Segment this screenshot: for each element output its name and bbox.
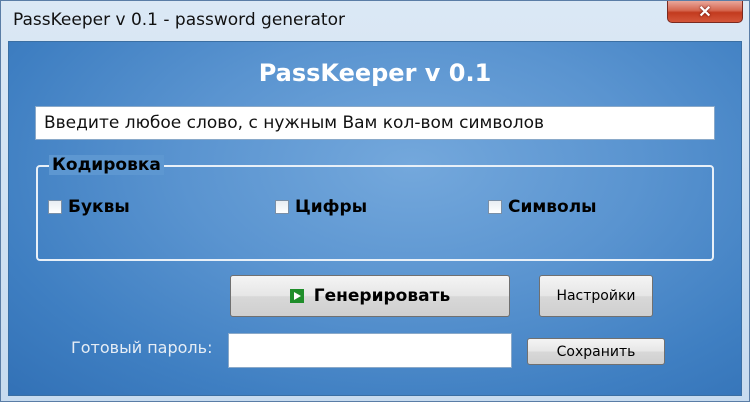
- generate-button[interactable]: Генерировать: [230, 275, 510, 317]
- close-icon: ✕: [698, 4, 712, 21]
- window-title: PassKeeper v 0.1 - password generator: [13, 10, 345, 30]
- settings-button[interactable]: Настройки: [539, 275, 653, 317]
- letters-checkbox[interactable]: Буквы: [48, 197, 130, 217]
- generate-button-label: Генерировать: [313, 286, 451, 306]
- checkbox-box[interactable]: [48, 200, 62, 214]
- title-bar[interactable]: PassKeeper v 0.1 - password generator ✕: [1, 1, 749, 41]
- app-window: PassKeeper v 0.1 - password generator ✕ …: [0, 0, 750, 402]
- close-button[interactable]: ✕: [667, 1, 743, 23]
- save-button[interactable]: Сохранить: [527, 338, 665, 365]
- checkbox-box[interactable]: [275, 200, 289, 214]
- digits-label[interactable]: Цифры: [295, 197, 367, 217]
- password-label: Готовый пароль:: [71, 338, 213, 357]
- checkbox-box[interactable]: [488, 200, 502, 214]
- encoding-groupbox: Кодировка Буквы Цифры Символы: [36, 155, 714, 261]
- main-panel: PassKeeper v 0.1 Кодировка Буквы Цифры С…: [8, 41, 742, 396]
- symbols-checkbox[interactable]: Символы: [488, 197, 597, 217]
- word-input[interactable]: [35, 106, 715, 140]
- play-icon: [289, 289, 304, 303]
- app-heading: PassKeeper v 0.1: [258, 59, 492, 87]
- letters-label[interactable]: Буквы: [68, 197, 130, 217]
- password-output-field[interactable]: [228, 333, 512, 368]
- encoding-group-label: Кодировка: [49, 155, 164, 175]
- digits-checkbox[interactable]: Цифры: [275, 197, 367, 217]
- symbols-label[interactable]: Символы: [508, 197, 597, 217]
